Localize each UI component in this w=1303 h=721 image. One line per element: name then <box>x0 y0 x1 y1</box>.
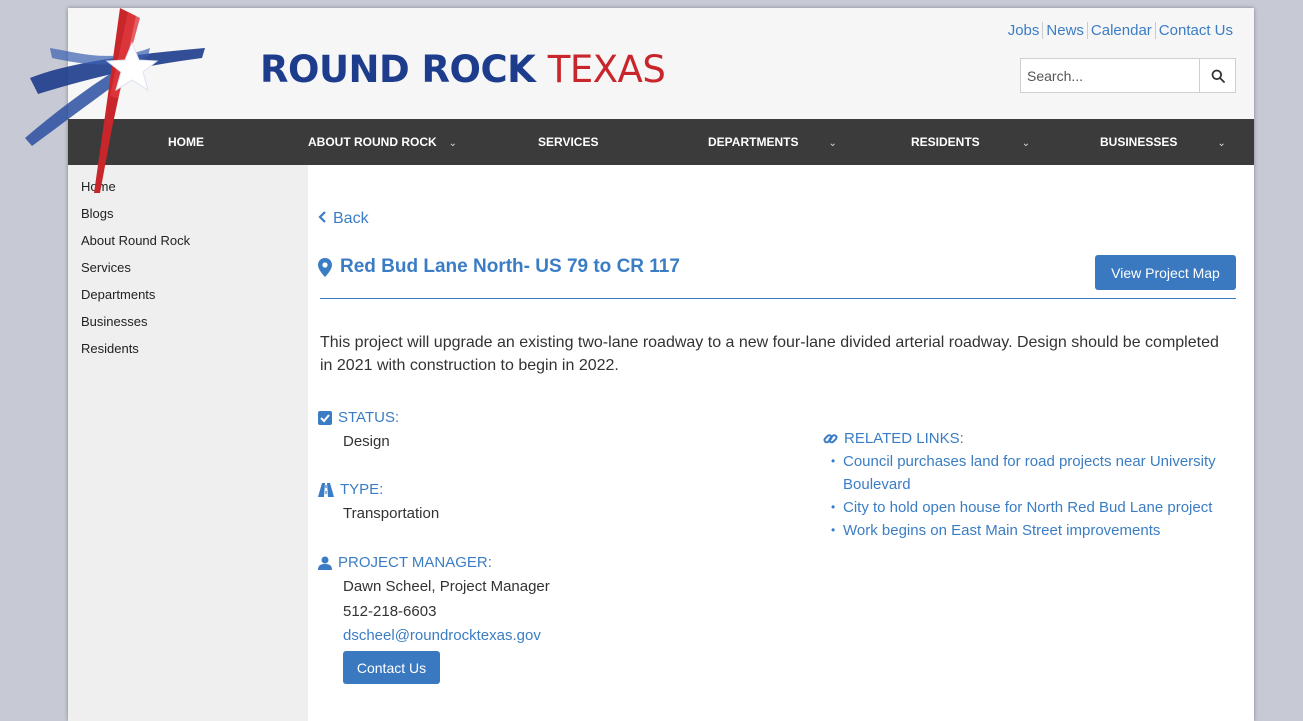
view-project-map-button[interactable]: View Project Map <box>1095 255 1236 290</box>
utility-link-news[interactable]: News <box>1042 22 1087 39</box>
project-title: Red Bud Lane North- US 79 to CR 117 <box>318 256 680 278</box>
sidebar: Home Blogs About Round Rock Services Dep… <box>68 165 308 721</box>
project-manager-name: Dawn Scheel, Project Manager <box>343 578 550 595</box>
search-box <box>1020 58 1236 93</box>
project-manager-label: PROJECT MANAGER: <box>318 554 492 571</box>
related-link[interactable]: Work begins on East Main Street improvem… <box>823 519 1233 542</box>
round-rock-logo[interactable] <box>20 8 210 193</box>
status-value: Design <box>343 433 390 450</box>
type-label: TYPE: <box>318 481 383 498</box>
status-label: STATUS: <box>318 409 399 426</box>
title-divider <box>320 298 1236 299</box>
nav-item-about-round-rock[interactable]: ABOUT ROUND ROCK ⌄ <box>308 119 457 165</box>
search-icon <box>1211 69 1225 83</box>
chevron-down-icon: ⌄ <box>828 138 837 149</box>
search-input[interactable] <box>1021 59 1199 92</box>
road-icon <box>318 482 334 497</box>
chevron-left-icon <box>318 211 326 223</box>
nav-item-label: ABOUT ROUND ROCK <box>308 135 437 149</box>
type-value: Transportation <box>343 505 440 522</box>
back-label: Back <box>333 210 369 227</box>
utility-link-jobs[interactable]: Jobs <box>1005 22 1043 39</box>
back-link[interactable]: Back <box>318 210 369 228</box>
sidebar-item-residents[interactable]: Residents <box>81 341 139 356</box>
utility-link-calendar[interactable]: Calendar <box>1086 22 1155 39</box>
main-content: Back Red Bud Lane North- US 79 to CR 117… <box>308 165 1254 721</box>
link-icon <box>823 434 838 444</box>
project-description: This project will upgrade an existing tw… <box>320 334 1219 374</box>
nav-item-residents[interactable]: RESIDENTS ⌄ <box>911 119 1030 165</box>
nav-item-label: SERVICES <box>538 135 599 149</box>
sidebar-item-blogs[interactable]: Blogs <box>81 206 114 221</box>
contact-us-button[interactable]: Contact Us <box>343 651 440 684</box>
chevron-down-icon: ⌄ <box>1217 138 1226 149</box>
nav-item-label: RESIDENTS <box>911 135 980 149</box>
site-title-part2: TEXAS <box>547 48 666 91</box>
nav-item-businesses[interactable]: BUSINESSES ⌄ <box>1100 119 1226 165</box>
site-header: ROUND ROCK TEXAS Jobs News Calendar Cont… <box>25 8 1254 193</box>
related-links-label-text: RELATED LINKS: <box>844 430 964 447</box>
utility-links: Jobs News Calendar Contact Us <box>1005 22 1236 39</box>
site-title[interactable]: ROUND ROCK TEXAS <box>260 48 666 91</box>
chevron-down-icon: ⌄ <box>1021 138 1031 149</box>
sidebar-item-services[interactable]: Services <box>81 260 131 275</box>
map-marker-icon <box>318 257 332 277</box>
page-background-top <box>0 0 1303 8</box>
nav-item-label: BUSINESSES <box>1100 135 1178 149</box>
related-links-label: RELATED LINKS: <box>823 430 1233 447</box>
project-manager-label-text: PROJECT MANAGER: <box>338 554 492 571</box>
related-links-list: Council purchases land for road projects… <box>823 450 1233 542</box>
type-label-text: TYPE: <box>340 481 384 498</box>
project-manager-phone: 512-218-6603 <box>343 603 437 620</box>
nav-item-label: DEPARTMENTS <box>708 135 799 149</box>
status-label-text: STATUS: <box>338 409 400 426</box>
related-link[interactable]: Council purchases land for road projects… <box>823 450 1233 496</box>
sidebar-item-about-round-rock[interactable]: About Round Rock <box>81 233 190 248</box>
sidebar-item-departments[interactable]: Departments <box>81 287 155 302</box>
user-icon <box>318 556 332 570</box>
utility-link-contact-us[interactable]: Contact Us <box>1154 22 1236 39</box>
site-title-part1: ROUND ROCK <box>260 48 536 91</box>
project-manager-email[interactable]: dscheel@roundrocktexas.gov <box>343 627 541 644</box>
nav-item-departments[interactable]: DEPARTMENTS ⌄ <box>708 119 837 165</box>
page-frame: ROUND ROCK TEXAS Jobs News Calendar Cont… <box>25 8 1254 721</box>
related-link[interactable]: City to hold open house for North Red Bu… <box>823 496 1233 519</box>
main-nav: HOME ABOUT ROUND ROCK ⌄ SERVICES DEPARTME… <box>68 119 1254 165</box>
related-links: RELATED LINKS: Council purchases land fo… <box>823 430 1233 542</box>
nav-item-services[interactable]: SERVICES <box>538 119 598 165</box>
search-button[interactable] <box>1199 59 1235 92</box>
checkbox-checked-icon <box>318 410 332 425</box>
project-title-text: Red Bud Lane North- US 79 to CR 117 <box>340 256 680 277</box>
chevron-down-icon: ⌄ <box>448 138 458 149</box>
sidebar-item-businesses[interactable]: Businesses <box>81 314 147 329</box>
page-background-right <box>1254 0 1303 721</box>
